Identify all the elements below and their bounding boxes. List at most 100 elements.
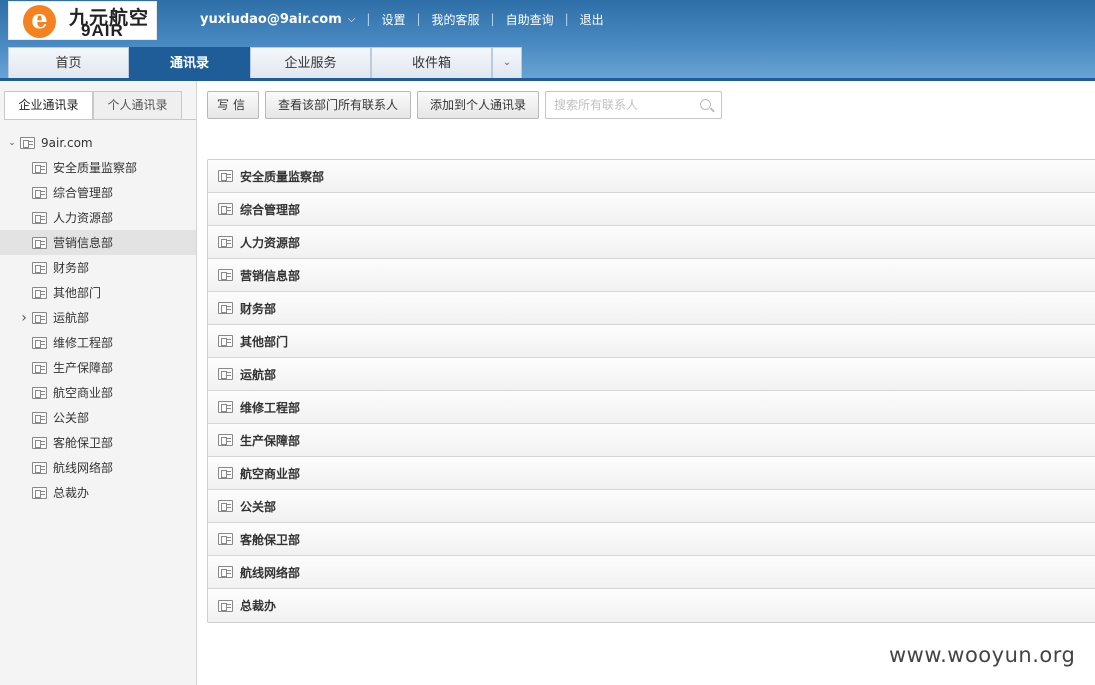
tree-item[interactable]: 总裁办 bbox=[0, 480, 196, 505]
sidebar-tabs: 企业通讯录 个人通讯录 bbox=[4, 91, 182, 120]
tree-item[interactable]: 人力资源部 bbox=[0, 205, 196, 230]
tree-item-label: 安全质量监察部 bbox=[53, 161, 138, 175]
department-icon bbox=[218, 533, 233, 545]
tree-item-label: 其他部门 bbox=[53, 286, 102, 300]
tree-item-label: 营销信息部 bbox=[53, 236, 114, 250]
department-row[interactable]: 客舱保卫部 bbox=[208, 523, 1095, 556]
tab-enterprise-service[interactable]: 企业服务 bbox=[250, 47, 371, 79]
divider bbox=[4, 119, 196, 120]
tree-item[interactable]: 公关部 bbox=[0, 405, 196, 430]
tree-item[interactable]: 维修工程部 bbox=[0, 330, 196, 355]
separator: | bbox=[366, 12, 371, 26]
department-icon bbox=[218, 335, 233, 347]
department-icon bbox=[32, 461, 47, 474]
department-row[interactable]: 公关部 bbox=[208, 490, 1095, 523]
separator: | bbox=[564, 12, 569, 26]
department-row-label: 生产保障部 bbox=[240, 433, 301, 448]
department-icon bbox=[218, 500, 233, 512]
chevron-down-icon[interactable]: ⌵ bbox=[348, 14, 356, 25]
department-row[interactable]: 财务部 bbox=[208, 292, 1095, 325]
tree-item[interactable]: 综合管理部 bbox=[0, 180, 196, 205]
department-row[interactable]: 人力资源部 bbox=[208, 226, 1095, 259]
tree-item[interactable]: 航线网络部 bbox=[0, 455, 196, 480]
department-row[interactable]: 生产保障部 bbox=[208, 424, 1095, 457]
department-icon bbox=[32, 311, 47, 324]
separator: | bbox=[416, 12, 421, 26]
department-row[interactable]: 航空商业部 bbox=[208, 457, 1095, 490]
department-icon bbox=[32, 486, 47, 499]
department-row-label: 总裁办 bbox=[240, 599, 277, 613]
search-input[interactable] bbox=[554, 92, 695, 118]
tab-enterprise-contacts[interactable]: 企业通讯录 bbox=[4, 91, 93, 120]
department-icon bbox=[218, 599, 233, 612]
sidebar: 企业通讯录 个人通讯录 ⌄ 9air.com 安全质量监察部综合管理部 人力资源部… bbox=[0, 81, 197, 685]
department-row[interactable]: 综合管理部 bbox=[208, 193, 1095, 226]
tab-inbox[interactable]: 收件箱 bbox=[371, 47, 492, 79]
tree-item[interactable]: › 运航部 bbox=[0, 305, 196, 330]
search-box bbox=[545, 91, 723, 119]
department-row-label: 综合管理部 bbox=[240, 202, 301, 217]
department-row[interactable]: 其他部门 bbox=[208, 325, 1095, 358]
add-to-personal-button[interactable]: 添加到个人通讯录 bbox=[417, 91, 540, 119]
department-row-label: 财务部 bbox=[240, 301, 277, 316]
toolbar: 写信 查看该部门所有联系人 添加到个人通讯录 bbox=[207, 91, 723, 119]
department-row[interactable]: 运航部 bbox=[208, 358, 1095, 391]
department-icon bbox=[218, 302, 233, 314]
department-row[interactable]: 总裁办 bbox=[208, 589, 1095, 622]
department-icon bbox=[32, 411, 47, 424]
department-icon bbox=[32, 436, 47, 449]
department-icon bbox=[32, 186, 47, 199]
department-icon bbox=[32, 386, 47, 399]
search-icon[interactable] bbox=[700, 99, 712, 110]
settings-link[interactable]: 设置 bbox=[381, 11, 405, 28]
tree-root[interactable]: ⌄ 9air.com bbox=[0, 130, 196, 155]
my-service-link[interactable]: 我的客服 bbox=[432, 11, 480, 28]
tree-item-label: 客舱保卫部 bbox=[53, 436, 114, 450]
tree-item-label: 总裁办 bbox=[53, 486, 90, 500]
tab-contacts[interactable]: 通讯录 bbox=[129, 47, 250, 79]
tree-item[interactable]: 其他部门 bbox=[0, 280, 196, 305]
department-icon bbox=[32, 336, 47, 349]
separator: | bbox=[490, 12, 495, 26]
department-icon bbox=[218, 434, 233, 446]
department-icon bbox=[32, 261, 47, 274]
chevron-down-icon[interactable]: ⌄ bbox=[6, 138, 18, 148]
more-tabs-chevron-down-icon[interactable]: ⌄ bbox=[492, 47, 522, 79]
write-button[interactable]: 写信 bbox=[207, 91, 259, 119]
tree-item[interactable]: 财务部 bbox=[0, 255, 196, 280]
tree-item[interactable]: 营销信息部 bbox=[0, 230, 196, 255]
tree-item-label: 航线网络部 bbox=[53, 461, 114, 475]
view-all-contacts-button[interactable]: 查看该部门所有联系人 bbox=[265, 91, 412, 119]
logo-mark-icon: e bbox=[23, 5, 56, 38]
logout-link[interactable]: 退出 bbox=[580, 11, 604, 28]
chevron-right-icon[interactable]: › bbox=[18, 310, 30, 326]
department-icon bbox=[218, 203, 233, 215]
department-icon bbox=[32, 161, 47, 174]
department-row[interactable]: 维修工程部 bbox=[208, 391, 1095, 424]
department-row-label: 公关部 bbox=[240, 499, 277, 514]
tree-item-label: 运航部 bbox=[53, 311, 90, 325]
top-header: e 九元航空 9AIR yuxiudao@9air.com ⌵ | 设置 | 我… bbox=[0, 0, 1095, 80]
tree-item[interactable]: 生产保障部 bbox=[0, 355, 196, 380]
department-row-label: 运航部 bbox=[240, 367, 277, 382]
department-icon bbox=[218, 368, 233, 380]
department-row-label: 营销信息部 bbox=[240, 268, 301, 283]
tab-personal-contacts[interactable]: 个人通讯录 bbox=[93, 91, 182, 120]
tab-home[interactable]: 首页 bbox=[8, 47, 129, 79]
department-row[interactable]: 营销信息部 bbox=[208, 259, 1095, 292]
self-query-link[interactable]: 自助查询 bbox=[506, 11, 554, 28]
department-row-label: 维修工程部 bbox=[240, 400, 301, 415]
department-icon bbox=[32, 286, 47, 299]
department-row[interactable]: 安全质量监察部 bbox=[208, 160, 1095, 193]
department-list: 安全质量监察部综合管理部人力资源部营销信息部财务部其他部门运航部维修工程部生产保… bbox=[207, 159, 1095, 623]
department-icon bbox=[218, 269, 233, 281]
user-email[interactable]: yuxiudao@9air.com bbox=[200, 12, 342, 27]
tree-item[interactable]: 安全质量监察部 bbox=[0, 155, 196, 180]
logo[interactable]: e 九元航空 9AIR bbox=[8, 1, 157, 40]
tree-item[interactable]: 航空商业部 bbox=[0, 380, 196, 405]
department-icon bbox=[32, 361, 47, 374]
department-row[interactable]: 航线网络部 bbox=[208, 556, 1095, 589]
tree-item-label: 公关部 bbox=[53, 411, 90, 425]
tree-item[interactable]: 客舱保卫部 bbox=[0, 430, 196, 455]
tree-item-label: 维修工程部 bbox=[53, 336, 114, 350]
